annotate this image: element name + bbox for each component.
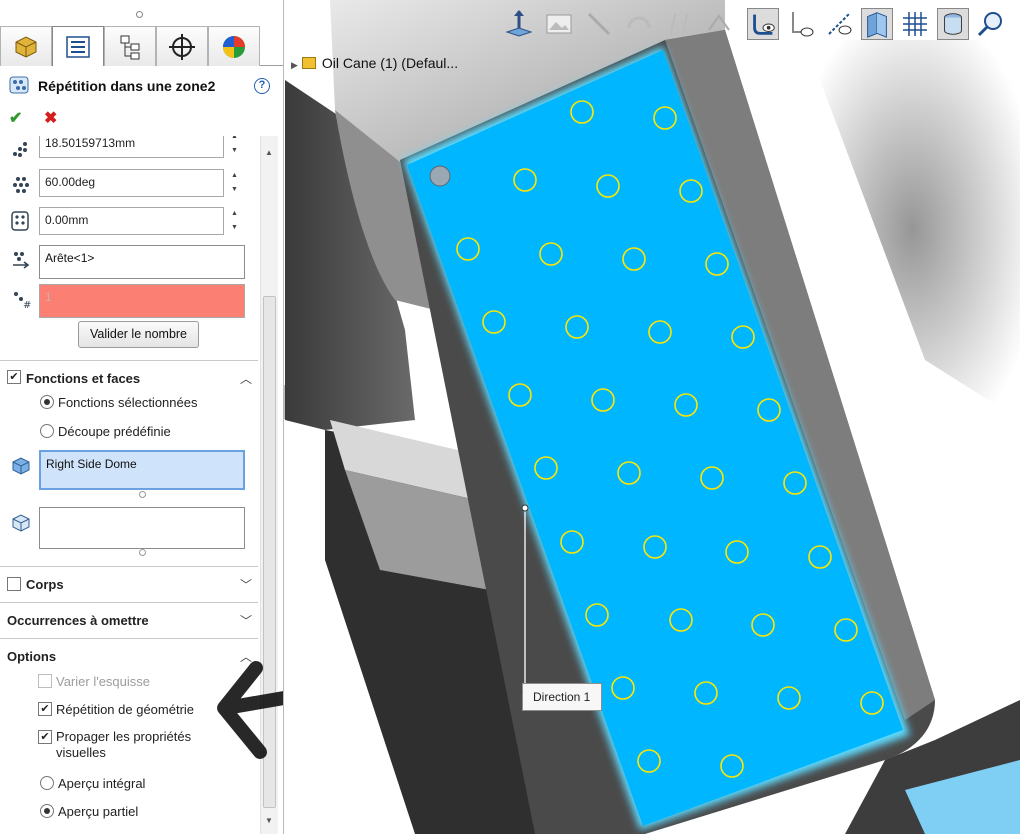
property-manager-icon <box>66 35 90 58</box>
hide-show-planes-icon[interactable] <box>861 8 893 40</box>
dimxpert-tab[interactable] <box>156 26 208 66</box>
scroll-down-icon[interactable]: ▼ <box>265 816 273 825</box>
margin-icon <box>11 211 29 231</box>
hide-show-axes-icon[interactable] <box>785 8 817 40</box>
features-faces-section[interactable]: ✔ Fonctions et faces ︿ <box>0 360 258 396</box>
bodies-checkbox[interactable] <box>7 577 21 591</box>
spin-down-icon[interactable]: ▼ <box>227 144 242 158</box>
display-style-icon[interactable] <box>937 8 969 40</box>
faces-selection-list[interactable]: Right Side Dome <box>39 450 245 490</box>
spacing-spinner[interactable]: ▲ ▼ <box>227 136 242 158</box>
second-selection-list[interactable] <box>39 507 245 549</box>
appearance-icon <box>223 35 245 58</box>
scroll-up-icon[interactable]: ▲ <box>265 148 273 157</box>
zoom-icon[interactable] <box>975 8 1007 40</box>
part-icon <box>15 35 37 58</box>
vary-sketch-checkbox <box>38 674 52 688</box>
rotate-icon[interactable] <box>623 8 655 40</box>
direction-callout[interactable]: Direction 1 <box>522 683 602 711</box>
vary-sketch-label: Varier l'esquisse <box>56 674 151 689</box>
spin-up-icon[interactable]: ▲ <box>227 169 242 183</box>
feature-select-icon <box>12 457 30 475</box>
property-manager-panel: Répétition dans une zone2 ? ✔ ✖ 18.50159… <box>0 0 284 834</box>
propertymanager-tab[interactable] <box>52 26 104 66</box>
predefined-cut-radio[interactable] <box>40 424 54 438</box>
grid-icon[interactable] <box>899 8 931 40</box>
angle-spinner[interactable]: ▲ ▼ <box>227 169 242 197</box>
geometry-pattern-label: Répétition de géométrie <box>56 702 195 717</box>
hide-show-edges-icon[interactable] <box>747 8 779 40</box>
part-folder-icon <box>301 57 316 69</box>
full-preview-label: Aperçu intégral <box>58 776 146 791</box>
feature-title-row: Répétition dans une zone2 ? <box>0 70 283 102</box>
expand-arrow-icon[interactable]: ▶ <box>291 60 298 70</box>
svg-text:#: # <box>23 300 31 310</box>
skip-instances-section[interactable]: Occurrences à omettre ﹀ <box>0 602 258 638</box>
geometry-pattern-checkbox[interactable]: ✔ <box>38 702 52 716</box>
chevron-down-icon[interactable]: ﹀ <box>240 612 252 629</box>
help-icon[interactable]: ? <box>254 78 270 94</box>
propagate-visual-props-checkbox[interactable]: ✔ <box>38 730 52 744</box>
validate-count-button[interactable]: Valider le nombre <box>78 321 199 348</box>
bodies-section[interactable]: Corps ﹀ <box>0 566 258 602</box>
manager-tabs <box>0 26 283 66</box>
direction-icon <box>13 252 30 269</box>
list-resize-handle[interactable] <box>139 549 146 556</box>
spin-up-icon[interactable]: ▲ <box>227 207 242 221</box>
angle-field[interactable]: 60.00deg <box>39 169 224 197</box>
section-title: Corps <box>26 577 64 592</box>
chevron-up-icon[interactable]: ︿ <box>240 370 252 387</box>
sketch-line-icon[interactable] <box>583 8 615 40</box>
predefined-cut-label: Découpe prédéfinie <box>58 424 171 439</box>
crosshair-icon <box>169 33 195 60</box>
partial-preview-radio[interactable] <box>40 804 54 818</box>
angle-icon <box>13 177 29 193</box>
spacing-field[interactable]: 18.50159713mm <box>39 136 224 158</box>
cancel-x-icon[interactable]: ✖ <box>44 108 57 128</box>
spin-down-icon[interactable]: ▼ <box>227 221 242 235</box>
part-name: Oil Cane (1) (Defaul... <box>321 55 459 71</box>
image-icon[interactable] <box>543 8 575 40</box>
configuration-icon <box>120 35 140 59</box>
section-title: Fonctions et faces <box>26 371 141 386</box>
section-view-icon[interactable] <box>663 8 695 40</box>
section-title: Options <box>7 649 57 664</box>
offset-spinner[interactable]: ▲ ▼ <box>227 207 242 235</box>
panel-grip-dot[interactable] <box>136 11 143 18</box>
model-render <box>285 0 1020 834</box>
full-preview-radio[interactable] <box>40 776 54 790</box>
spacing-icon <box>13 142 27 157</box>
spin-up-icon[interactable]: ▲ <box>227 136 242 144</box>
configurationmanager-tab[interactable] <box>104 26 156 66</box>
instance-count-icon: # <box>14 292 31 310</box>
selected-features-radio[interactable] <box>40 395 54 409</box>
heads-up-toolbar <box>285 0 1020 44</box>
direction-reference-box[interactable]: Arête<1> <box>39 245 245 279</box>
list-resize-handle[interactable] <box>139 491 146 498</box>
hide-show-sketch-icon[interactable] <box>823 8 855 40</box>
feature-title: Répétition dans une zone2 <box>38 78 216 94</box>
chevron-down-icon[interactable]: ﹀ <box>240 576 252 593</box>
instance-count-field[interactable]: 1 <box>39 284 245 318</box>
featuremanager-tab[interactable] <box>0 26 52 66</box>
normal-to-icon[interactable] <box>503 8 535 40</box>
display-manager-tab[interactable] <box>208 26 260 66</box>
selected-features-label: Fonctions sélectionnées <box>58 395 198 410</box>
section-title: Occurrences à omettre <box>7 613 149 628</box>
fill-pattern-icon <box>9 76 29 94</box>
annotation-arrow-graphic <box>217 661 283 759</box>
features-faces-checkbox[interactable]: ✔ <box>7 370 21 384</box>
partial-preview-label: Aperçu partiel <box>58 804 139 819</box>
offset-field[interactable]: 0.00mm <box>39 207 224 235</box>
feature-tree-flyout[interactable]: ▶ Oil Cane (1) (Defaul... <box>291 55 458 75</box>
spin-down-icon[interactable]: ▼ <box>227 183 242 197</box>
body-select-icon <box>12 514 30 532</box>
ok-check-icon[interactable]: ✔ <box>9 108 22 128</box>
view-orientation-icon[interactable] <box>703 8 735 40</box>
propagate-visual-props-label: Propager les propriétés visuelles <box>56 729 192 760</box>
graphics-viewport[interactable]: ▶ Oil Cane (1) (Defaul... Direction 1 <box>285 0 1020 834</box>
